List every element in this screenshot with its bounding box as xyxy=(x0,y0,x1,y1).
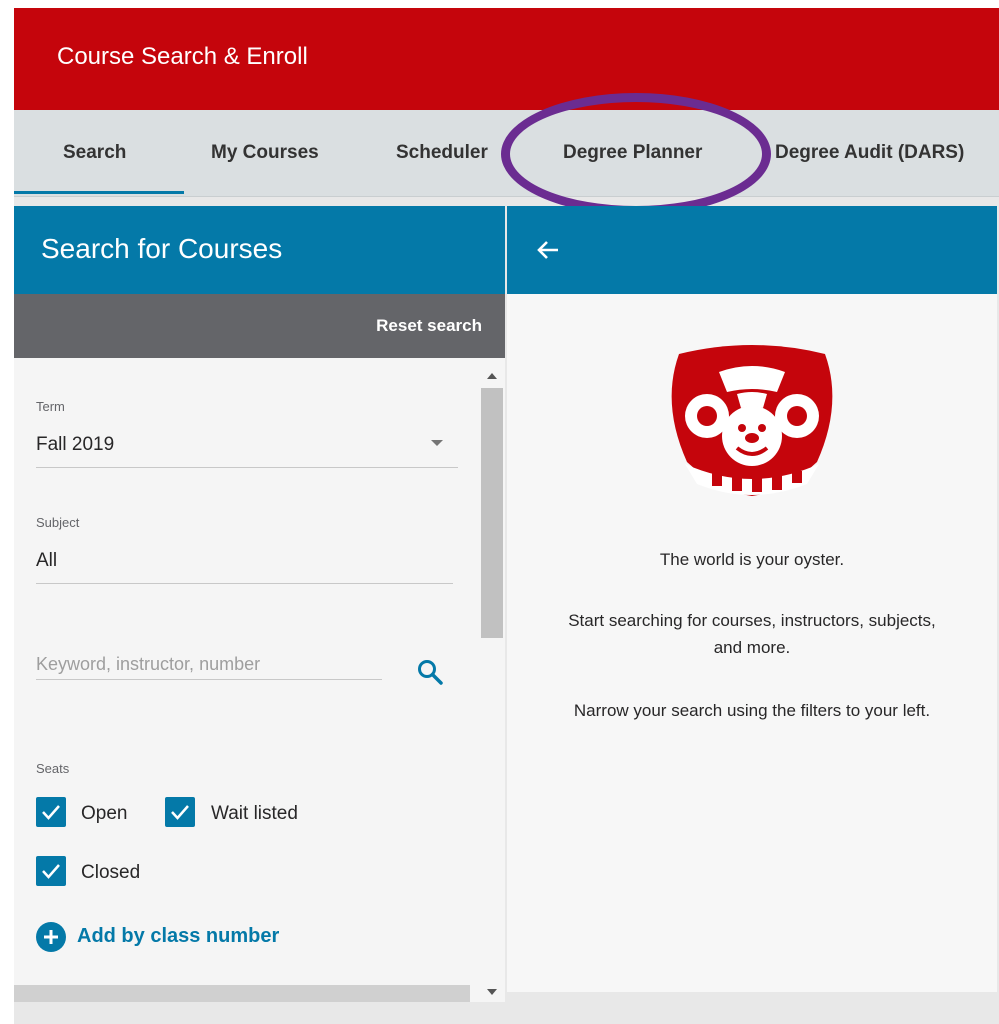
keyword-search-input[interactable] xyxy=(36,649,382,680)
search-panel: Search for Courses Reset search Term Fal… xyxy=(14,206,505,1002)
search-panel-header: Search for Courses xyxy=(14,206,505,294)
arrow-left-icon[interactable] xyxy=(531,233,565,267)
term-underline xyxy=(36,467,458,468)
app-header: Course Search & Enroll xyxy=(14,8,999,110)
closed-checkbox[interactable] xyxy=(36,856,66,886)
add-by-class-number-label: Add by class number xyxy=(77,925,280,947)
scrollbar-thumb[interactable] xyxy=(481,388,503,638)
empty-state-title: The world is your oyster. xyxy=(659,550,845,569)
empty-state-body: Start searching for courses, instructors… xyxy=(568,611,936,657)
bucky-badger-logo xyxy=(657,344,847,509)
active-tab-indicator xyxy=(14,191,184,194)
tab-degree-planner[interactable]: Degree Planner xyxy=(563,142,702,164)
checkmark-icon xyxy=(42,805,60,820)
reset-bar: Reset search xyxy=(14,294,505,358)
filter-scrollbar[interactable] xyxy=(479,368,505,1002)
seats-label: Seats xyxy=(36,761,70,776)
results-panel-header xyxy=(507,206,997,294)
scroll-down-arrow-icon[interactable] xyxy=(487,989,497,995)
tab-bar: Search My Courses Scheduler Degree Plann… xyxy=(14,110,999,197)
results-panel: The world is your oyster. Start searchin… xyxy=(507,206,997,992)
tab-degree-audit[interactable]: Degree Audit (DARS) xyxy=(775,142,964,164)
chevron-down-icon[interactable] xyxy=(431,440,443,446)
open-checkbox[interactable] xyxy=(36,797,66,827)
tab-my-courses[interactable]: My Courses xyxy=(211,142,319,164)
wait-listed-checkbox[interactable] xyxy=(165,797,195,827)
subject-label: Subject xyxy=(36,515,80,530)
tab-scheduler[interactable]: Scheduler xyxy=(396,142,488,164)
open-checkbox-label[interactable]: Open xyxy=(81,803,127,825)
checkmark-icon xyxy=(42,864,60,879)
collapsed-section-strip xyxy=(14,985,470,1002)
subject-select[interactable]: All xyxy=(36,550,446,572)
closed-checkbox-label[interactable]: Closed xyxy=(81,862,140,884)
subject-underline xyxy=(36,583,453,584)
empty-state-hint: Narrow your search using the filters to … xyxy=(573,701,931,720)
scroll-up-arrow-icon[interactable] xyxy=(487,373,497,379)
plus-circle-icon xyxy=(36,922,66,952)
app: Course Search & Enroll Search My Courses… xyxy=(14,8,999,1024)
wait-listed-checkbox-label[interactable]: Wait listed xyxy=(211,803,298,825)
term-label: Term xyxy=(36,399,65,414)
app-title: Course Search & Enroll xyxy=(57,43,308,70)
search-icon[interactable] xyxy=(416,658,444,686)
tab-search[interactable]: Search xyxy=(63,142,126,164)
search-panel-title: Search for Courses xyxy=(41,233,283,264)
checkmark-icon xyxy=(171,805,189,820)
reset-search-button[interactable]: Reset search xyxy=(376,316,482,336)
term-select[interactable]: Fall 2019 xyxy=(36,434,446,456)
